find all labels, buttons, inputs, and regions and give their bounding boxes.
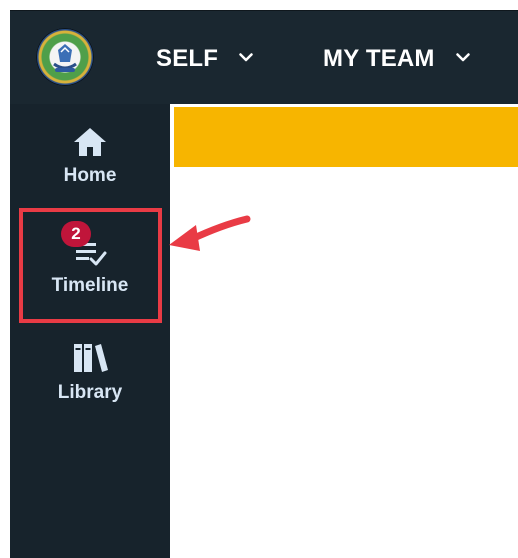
callout-arrow-icon bbox=[162, 209, 257, 264]
notification-banner bbox=[174, 107, 518, 167]
sidebar-item-timeline-label: Timeline bbox=[51, 275, 129, 296]
app-frame: SELF MY TEAM Home Timeline Library 2 bbox=[10, 10, 518, 558]
home-icon bbox=[72, 128, 108, 162]
sidebar: Home Timeline Library bbox=[10, 104, 170, 558]
top-navigation-bar: SELF MY TEAM bbox=[10, 11, 518, 104]
nav-my-team-label: MY TEAM bbox=[323, 45, 435, 72]
timeline-checklist-icon bbox=[66, 243, 114, 272]
organization-logo[interactable] bbox=[36, 28, 94, 86]
sidebar-item-library[interactable]: Library bbox=[10, 341, 170, 404]
sidebar-item-timeline[interactable]: Timeline bbox=[10, 234, 170, 297]
logo-emblem-icon bbox=[53, 44, 77, 72]
nav-self-menu[interactable]: SELF bbox=[156, 41, 253, 73]
sidebar-item-home[interactable]: Home bbox=[10, 126, 170, 187]
chevron-down-icon bbox=[455, 41, 470, 69]
nav-my-team-menu[interactable]: MY TEAM bbox=[323, 41, 470, 73]
chevron-down-icon bbox=[239, 41, 253, 69]
nav-self-label: SELF bbox=[156, 45, 219, 72]
timeline-notification-badge: 2 bbox=[61, 221, 91, 247]
main-content bbox=[170, 104, 518, 558]
sidebar-item-library-label: Library bbox=[57, 382, 123, 403]
library-books-icon bbox=[68, 344, 112, 379]
sidebar-item-home-label: Home bbox=[63, 165, 117, 186]
